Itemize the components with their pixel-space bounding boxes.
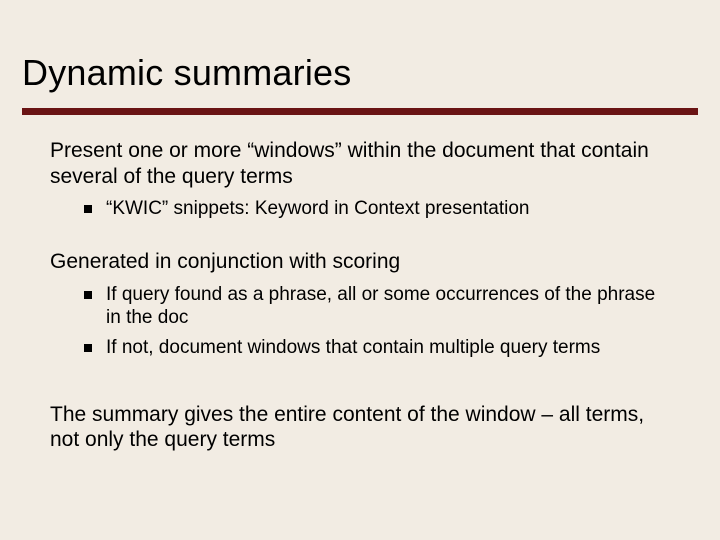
slide-body: Present one or more “windows” within the… — [50, 138, 670, 461]
slide-title: Dynamic summaries — [22, 52, 351, 94]
square-bullet-icon — [84, 205, 92, 213]
list-item-text: If query found as a phrase, all or some … — [106, 283, 670, 331]
list-item-text: If not, document windows that contain mu… — [106, 336, 670, 360]
square-bullet-icon — [84, 344, 92, 352]
title-underline — [22, 108, 698, 115]
slide: Dynamic summaries Present one or more “w… — [0, 0, 720, 540]
paragraph-1: Present one or more “windows” within the… — [50, 138, 670, 189]
list-item: “KWIC” snippets: Keyword in Context pres… — [50, 197, 670, 221]
square-bullet-icon — [84, 291, 92, 299]
list-item-text: “KWIC” snippets: Keyword in Context pres… — [106, 197, 670, 221]
sublist-2: If query found as a phrase, all or some … — [50, 283, 670, 360]
paragraph-2: Generated in conjunction with scoring — [50, 249, 670, 275]
sublist-1: “KWIC” snippets: Keyword in Context pres… — [50, 197, 670, 221]
list-item: If not, document windows that contain mu… — [50, 336, 670, 360]
list-item: If query found as a phrase, all or some … — [50, 283, 670, 331]
paragraph-3: The summary gives the entire content of … — [50, 402, 670, 453]
